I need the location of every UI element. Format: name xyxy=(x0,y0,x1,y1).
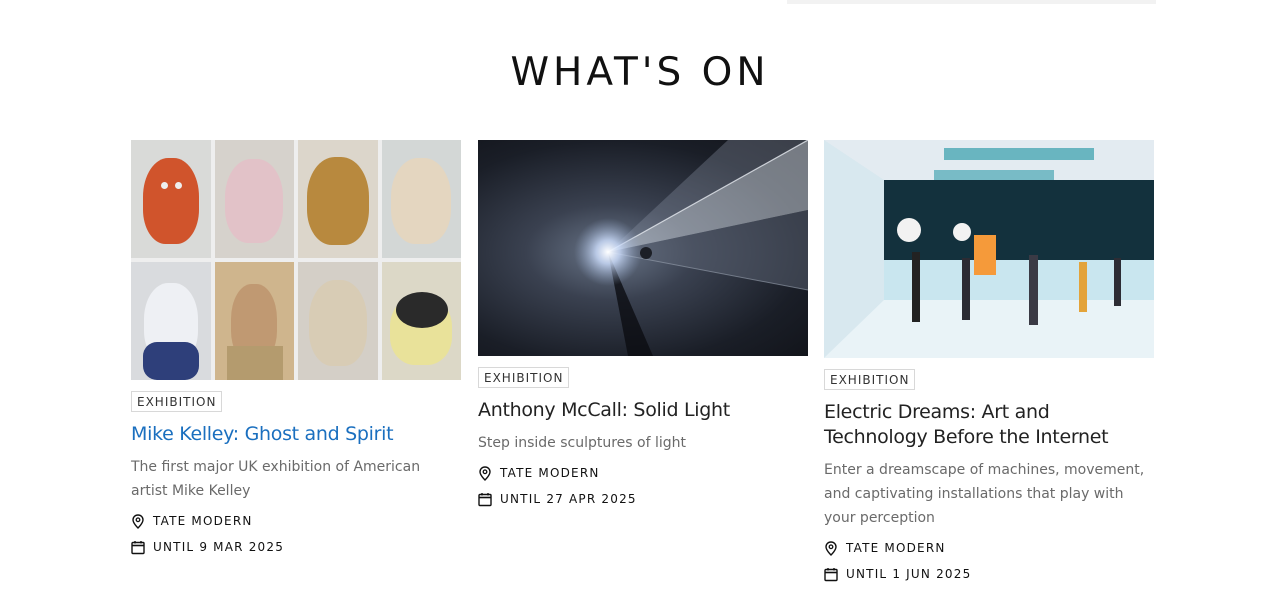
event-location: TATE MODERN xyxy=(131,512,461,530)
toy-tile xyxy=(214,262,294,380)
event-card-anthony-mccall[interactable]: EXHIBITION Anthony McCall: Solid Light S… xyxy=(478,140,808,508)
toy-tile xyxy=(131,262,211,380)
map-pin-icon xyxy=(824,540,838,556)
event-card-mike-kelley[interactable]: EXHIBITION Mike Kelley: Ghost and Spirit… xyxy=(131,140,461,556)
date-label: UNTIL 9 MAR 2025 xyxy=(153,540,285,554)
event-image[interactable] xyxy=(824,140,1154,358)
event-location: TATE MODERN xyxy=(824,539,1154,557)
location-label: TATE MODERN xyxy=(846,541,946,555)
map-pin-icon xyxy=(131,513,145,529)
gallery-scene-graphic xyxy=(824,140,1154,358)
toy-tile xyxy=(298,262,378,380)
event-card-electric-dreams[interactable]: EXHIBITION Electric Dreams: Art and Tech… xyxy=(824,140,1154,583)
calendar-icon xyxy=(478,491,492,507)
calendar-icon xyxy=(824,566,838,582)
toy-tile xyxy=(214,140,294,258)
location-label: TATE MODERN xyxy=(500,466,600,480)
calendar-icon xyxy=(131,539,145,555)
event-description: The first major UK exhibition of America… xyxy=(131,459,421,499)
event-image[interactable] xyxy=(478,140,808,356)
event-location: TATE MODERN xyxy=(478,464,808,482)
category-tag: EXHIBITION xyxy=(824,369,916,390)
toy-tile xyxy=(131,140,211,258)
location-label: TATE MODERN xyxy=(153,514,253,528)
event-date: UNTIL 9 MAR 2025 xyxy=(131,538,461,556)
light-beam-graphic xyxy=(574,140,808,356)
toy-tile xyxy=(381,262,461,380)
date-label: UNTIL 1 JUN 2025 xyxy=(846,567,972,581)
event-title-link[interactable]: Electric Dreams: Art and Technology Befo… xyxy=(824,400,1154,450)
event-title-link[interactable]: Mike Kelley: Ghost and Spirit xyxy=(131,422,461,447)
category-tag: EXHIBITION xyxy=(478,367,570,388)
event-date: UNTIL 1 JUN 2025 xyxy=(824,565,1154,583)
toy-tile xyxy=(298,140,378,258)
date-label: UNTIL 27 APR 2025 xyxy=(500,492,637,506)
event-date: UNTIL 27 APR 2025 xyxy=(478,490,808,508)
event-image[interactable] xyxy=(131,140,461,380)
event-description: Step inside sculptures of light xyxy=(478,435,687,451)
map-pin-icon xyxy=(478,465,492,481)
toy-tile xyxy=(381,140,461,258)
event-description: Enter a dreamscape of machines, movement… xyxy=(824,462,1145,526)
event-title-link[interactable]: Anthony McCall: Solid Light xyxy=(478,398,808,423)
top-divider xyxy=(787,0,1156,4)
category-tag: EXHIBITION xyxy=(131,391,223,412)
section-title: WHAT'S ON xyxy=(510,50,770,95)
